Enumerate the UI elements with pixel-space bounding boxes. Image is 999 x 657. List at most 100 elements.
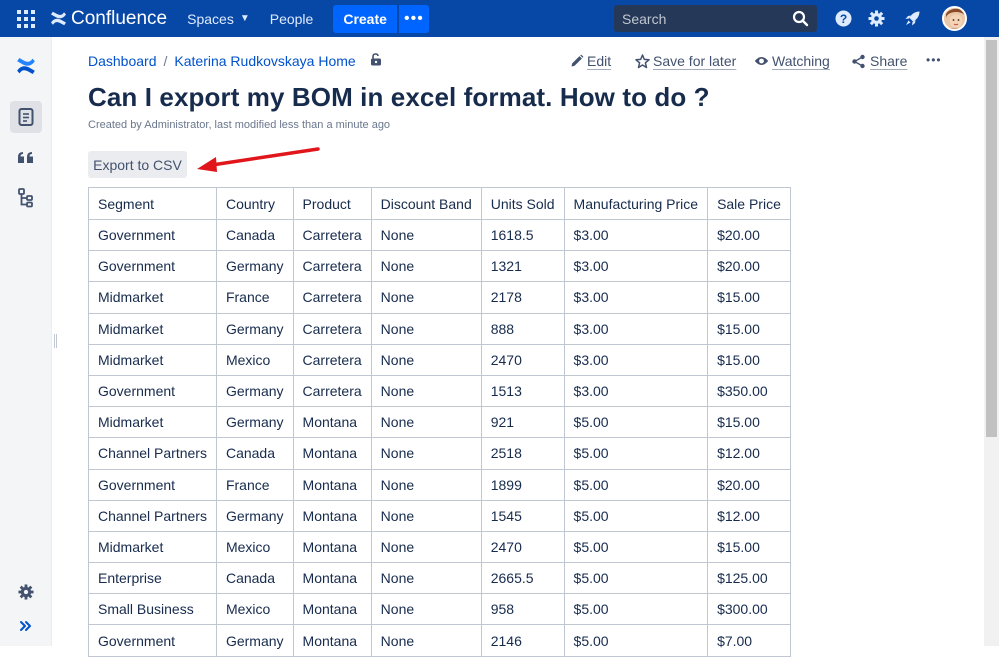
cell-country: Germany (215, 624, 294, 657)
share-icon (852, 54, 865, 68)
table-row: Small Business Mexico Montana None 958 $5.00 $… (88, 593, 791, 626)
create-button[interactable]: Create (333, 4, 397, 33)
cell-discount-band: None (370, 406, 482, 439)
table-body: Government Canada Carretera None 1618.5 $3.00… (88, 218, 791, 657)
edit-label: Edit (587, 53, 612, 69)
people-label: People (269, 10, 314, 27)
table-row: Midmarket Germany Carretera None 888 $3.00 $15… (88, 312, 791, 345)
cell-segment: Government (88, 374, 217, 408)
watching-button[interactable]: Watching (754, 53, 830, 69)
cell-manufacturing-price: $5.00 (563, 468, 709, 501)
tree-icon[interactable] (10, 182, 42, 214)
confluence-brand[interactable]: Confluence (50, 8, 167, 30)
cell-discount-band: None (370, 250, 482, 283)
cell-sale-price: $15.00 (707, 530, 791, 564)
cell-segment: Channel Partners (88, 499, 217, 532)
cell-sale-price: $15.00 (707, 343, 791, 376)
save-for-later-button[interactable]: Save for later (635, 53, 736, 69)
cell-product: Montana (292, 593, 372, 626)
cell-segment: Midmarket (88, 312, 217, 345)
cell-units-sold: 1513 (480, 374, 565, 408)
cell-segment: Government (88, 468, 217, 501)
cell-product: Montana (292, 468, 372, 501)
quote-icon[interactable] (10, 142, 42, 174)
cell-country: Mexico (215, 593, 294, 626)
sidebar-resize-handle[interactable] (54, 334, 57, 348)
cell-product: Carretera (292, 312, 372, 345)
unlock-icon[interactable] (370, 53, 382, 69)
expand-icon[interactable] (10, 610, 42, 642)
column-header-manufacturing-price: Manufacturing Price (563, 187, 709, 220)
breadcrumb-dashboard[interactable]: Dashboard (88, 53, 157, 69)
scrollbar-thumb[interactable] (986, 40, 997, 437)
people-link[interactable]: People (270, 11, 314, 27)
cell-discount-band: None (370, 374, 482, 408)
cell-sale-price: $12.00 (707, 437, 791, 470)
breadcrumb-space-home[interactable]: Katerina Rudkovskaya Home (174, 53, 355, 69)
table-header-row: Segment Country Product Discount Band Un… (88, 187, 791, 220)
cell-product: Carretera (292, 218, 372, 252)
cell-segment: Channel Partners (88, 437, 217, 470)
spaces-label: Spaces (187, 10, 234, 27)
red-arrow-annotation (197, 147, 320, 172)
cell-manufacturing-price: $3.00 (563, 281, 709, 314)
table-row: Government Canada Carretera None 1618.5 $3.00… (88, 218, 791, 252)
share-label: Share (870, 53, 908, 69)
column-header-units-sold: Units Sold (480, 187, 565, 220)
cell-discount-band: None (370, 218, 482, 252)
page-icon[interactable] (10, 101, 42, 133)
cell-product: Montana (292, 530, 372, 564)
cell-country: Mexico (215, 530, 294, 564)
create-more-button[interactable]: ••• (398, 4, 429, 33)
cell-sale-price: $20.00 (707, 218, 791, 252)
column-header-product: Product (292, 187, 372, 220)
help-icon[interactable]: ? (834, 9, 853, 28)
share-button[interactable]: Share (851, 53, 907, 69)
cell-country: Germany (215, 312, 294, 345)
cell-units-sold: 1321 (480, 250, 565, 283)
app-switcher-grid-icon[interactable] (15, 8, 37, 30)
cell-sale-price: $15.00 (707, 281, 791, 314)
cell-discount-band: None (370, 530, 482, 564)
cell-units-sold: 1545 (480, 499, 565, 532)
avatar[interactable] (942, 6, 967, 31)
cell-manufacturing-price: $5.00 (563, 624, 709, 657)
gear-icon[interactable] (867, 9, 886, 28)
export-to-csv-button[interactable]: Export to CSV (88, 151, 187, 178)
cell-product: Carretera (292, 343, 372, 376)
more-actions-button[interactable]: ••• (926, 53, 942, 67)
cell-units-sold: 2518 (480, 437, 565, 470)
rocket-icon[interactable] (903, 9, 922, 28)
cell-units-sold: 1899 (480, 468, 565, 501)
confluence-logo-icon[interactable] (10, 50, 42, 82)
column-header-discount-band: Discount Band (370, 187, 482, 220)
cell-country: Germany (215, 406, 294, 439)
left-sidebar (0, 37, 52, 646)
cell-discount-band: None (370, 562, 482, 595)
cell-manufacturing-price: $3.00 (563, 250, 709, 283)
cell-manufacturing-price: $3.00 (563, 312, 709, 345)
cell-manufacturing-price: $3.00 (563, 343, 709, 376)
table-row: Enterprise Canada Montana None 2665.5 $5.00 $1… (88, 562, 791, 595)
search-input[interactable]: Search (614, 5, 817, 32)
cell-segment: Small Business (88, 593, 217, 626)
cell-units-sold: 958 (480, 593, 565, 626)
page-byline: Created by Administrator, last modified … (88, 119, 391, 131)
cell-segment: Midmarket (88, 530, 217, 564)
cell-units-sold: 1618.5 (480, 218, 565, 252)
cell-country: France (215, 281, 294, 314)
column-header-segment: Segment (88, 187, 217, 220)
cell-discount-band: None (370, 499, 482, 532)
table-row: Midmarket France Carretera None 2178 $3.00 $15… (88, 281, 791, 314)
cell-country: Canada (215, 218, 294, 252)
gear-icon[interactable] (10, 576, 42, 608)
cell-country: Mexico (215, 343, 294, 376)
edit-button[interactable]: Edit (570, 53, 611, 69)
cell-country: Germany (215, 499, 294, 532)
brand-name: Confluence (71, 7, 168, 29)
table-row: Government Germany Carretera None 1321 $3.00 $… (88, 250, 791, 283)
cell-discount-band: None (370, 281, 482, 314)
breadcrumb: Dashboard / Katerina Rudkovskaya Home (88, 53, 382, 69)
spaces-menu[interactable]: Spaces ▼ (187, 11, 250, 27)
table-row: Channel Partners Germany Montana None 1545 $5… (88, 499, 791, 532)
